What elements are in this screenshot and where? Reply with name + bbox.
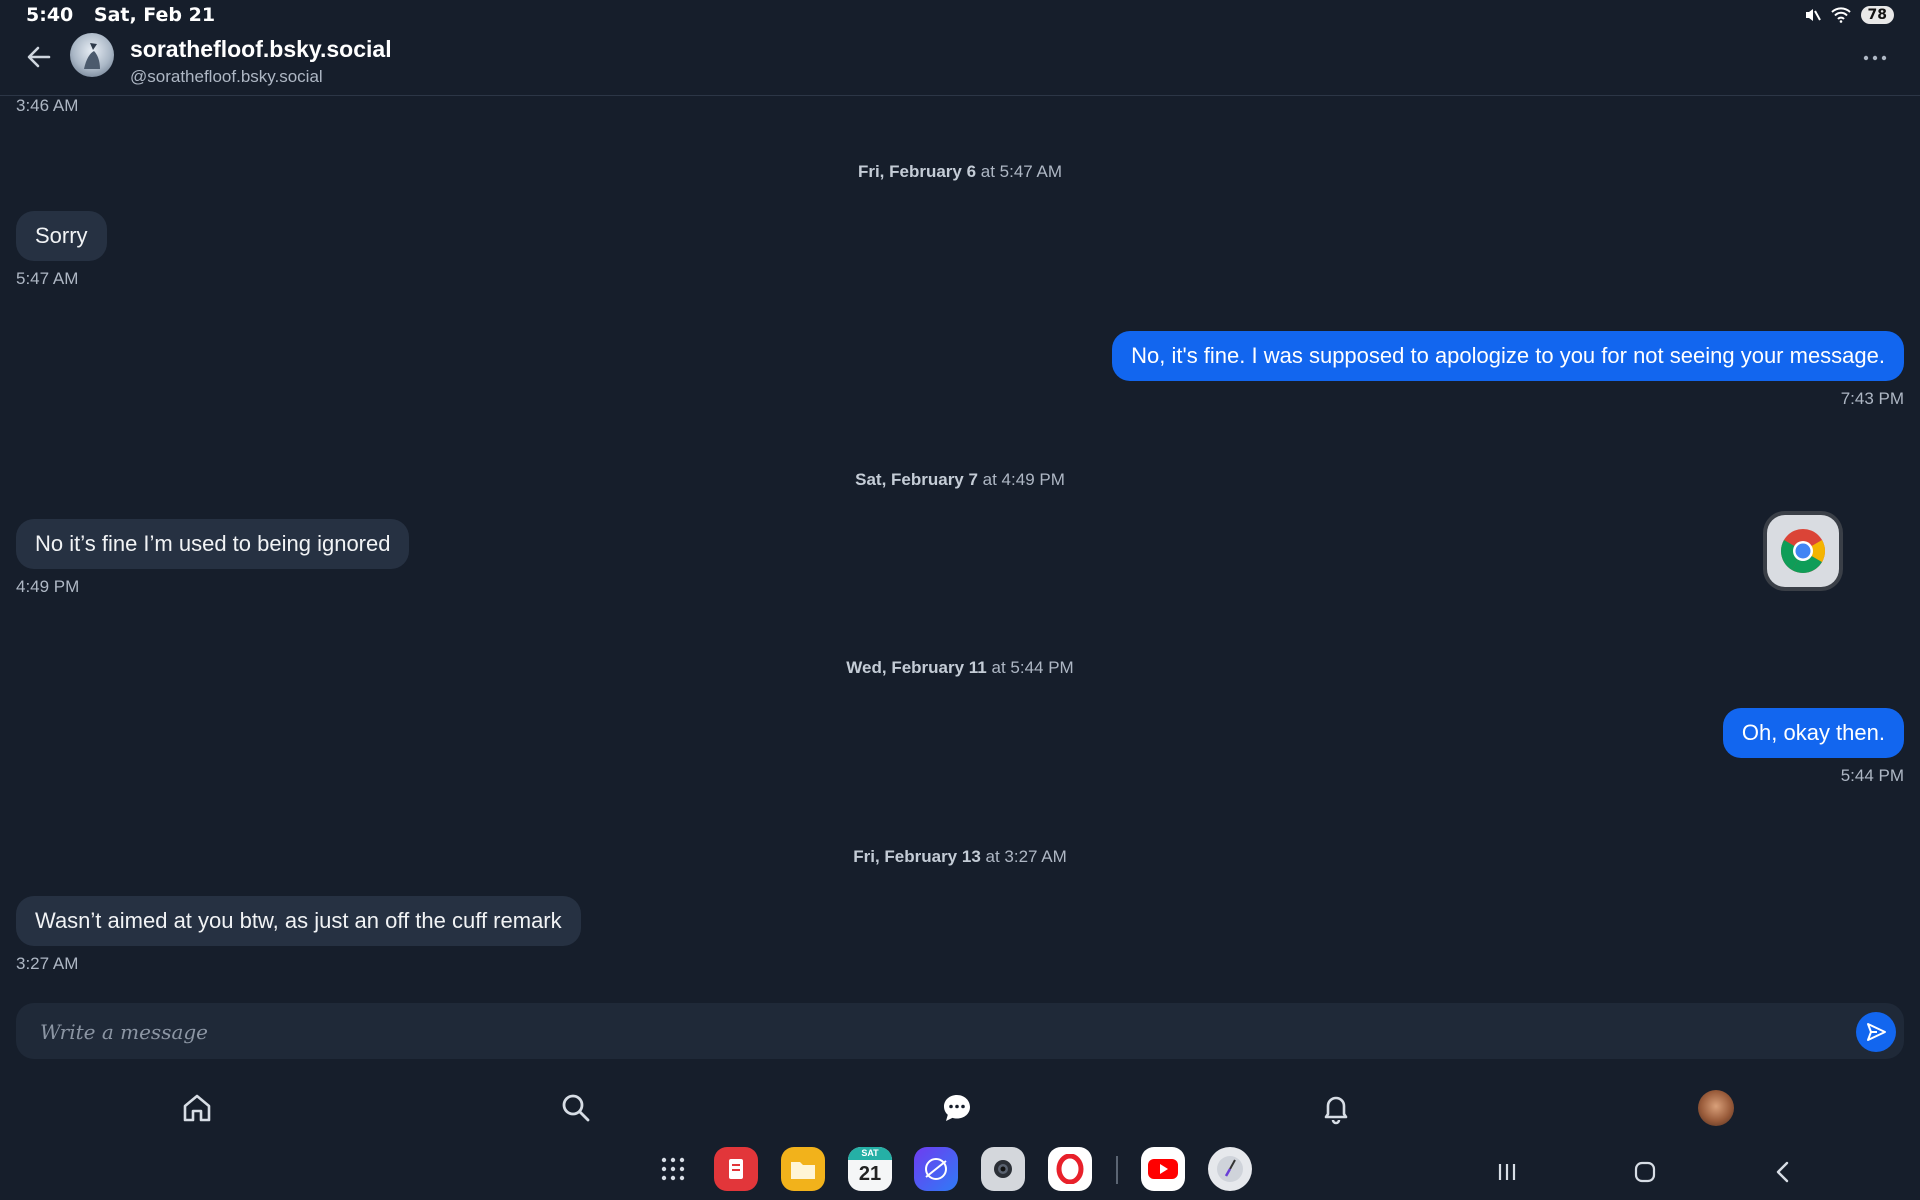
incoming-message-bubble[interactable]: No it’s fine I’m used to being ignored	[16, 519, 410, 569]
message-timestamp: 7:43 PM	[1840, 389, 1904, 408]
mute-icon	[1805, 9, 1821, 21]
message-timestamp: 4:49 PM	[16, 577, 80, 596]
nav-home[interactable]	[177, 1088, 217, 1128]
youtube-app-icon	[1148, 1159, 1178, 1179]
date-divider: Fri, February 6 at 5:47 AM	[0, 162, 1920, 182]
divider-date: Sat, February 7	[855, 470, 978, 489]
divider-time: at 5:44 PM	[986, 658, 1074, 677]
send-button[interactable]	[1856, 1012, 1896, 1052]
nav-search[interactable]	[556, 1088, 596, 1128]
bell-icon	[1324, 1096, 1348, 1125]
message-composer	[16, 1003, 1904, 1061]
camera-app-icon	[994, 1160, 1012, 1178]
notes-app[interactable]	[714, 1147, 758, 1191]
divider-time: at 3:27 AM	[980, 847, 1067, 866]
recents-icon	[1498, 1164, 1516, 1180]
contact-avatar[interactable]	[70, 33, 114, 77]
opera-app[interactable]	[1048, 1147, 1092, 1191]
outgoing-message-bubble[interactable]: Oh, okay then.	[1722, 708, 1904, 758]
browser-app-icon	[925, 1158, 947, 1180]
message-timestamp: 3:27 AM	[16, 954, 79, 973]
conversation-header: sorathefloof.bsky.social @sorathefloof.b…	[0, 30, 1920, 96]
divider-time: at 5:47 AM	[976, 162, 1063, 181]
divider-date: Wed, February 11	[846, 658, 987, 677]
bottom-navigation	[0, 1082, 1920, 1136]
notes-app-icon	[729, 1159, 743, 1179]
message-timestamp: 5:44 PM	[1840, 766, 1904, 785]
app-dock: SAT 21	[0, 1144, 1920, 1200]
status-time: 5:40	[26, 4, 74, 26]
files-app-icon	[791, 1162, 815, 1179]
chrome-icon	[1781, 529, 1825, 573]
date-divider: Sat, February 7 at 4:49 PM	[0, 470, 1920, 490]
chrome-floating-bubble[interactable]	[1767, 515, 1839, 587]
divider-time: at 4:49 PM	[977, 470, 1065, 489]
chevron-left-icon	[1776, 1161, 1789, 1183]
dock-separator	[1116, 1156, 1118, 1184]
contact-handle: @sorathefloof.bsky.social	[130, 67, 323, 86]
battery-indicator: 78	[1860, 6, 1894, 24]
home-button[interactable]	[1627, 1154, 1663, 1190]
recents-button[interactable]	[1489, 1154, 1525, 1190]
incoming-message-bubble[interactable]: Wasn’t aimed at you btw, as just an off …	[16, 896, 581, 946]
search-icon	[562, 1094, 590, 1122]
divider-date: Fri, February 6	[857, 162, 977, 181]
avatar-image	[84, 43, 100, 69]
status-left: 5:40 Sat, Feb 21	[26, 4, 229, 26]
calendar-app[interactable]: SAT 21	[848, 1147, 892, 1191]
clock-app-icon	[1217, 1156, 1243, 1182]
date-divider: Fri, February 13 at 3:27 AM	[0, 847, 1920, 867]
nav-notifications[interactable]	[1316, 1088, 1356, 1128]
battery-level: 78	[1867, 7, 1887, 23]
clock-app[interactable]	[1208, 1147, 1252, 1191]
calendar-day-number: 21	[858, 1163, 882, 1185]
calendar-day-label: SAT	[848, 1147, 892, 1160]
camera-app[interactable]	[981, 1147, 1025, 1191]
system-back-button[interactable]	[1765, 1154, 1801, 1190]
arrow-left-icon	[27, 46, 51, 68]
opera-app-icon	[1056, 1154, 1084, 1184]
date-divider: Wed, February 11 at 5:44 PM	[0, 658, 1920, 678]
browser-app[interactable]	[914, 1147, 958, 1191]
wifi-icon	[1830, 7, 1851, 23]
more-options-button[interactable]	[1860, 48, 1890, 68]
calendar-app-icon: SAT 21	[848, 1147, 892, 1191]
back-button[interactable]	[22, 40, 56, 74]
send-icon	[1867, 1023, 1886, 1041]
status-date: Sat, Feb 21	[93, 4, 216, 26]
nav-profile[interactable]	[1696, 1088, 1736, 1128]
profile-avatar	[1698, 1090, 1734, 1126]
message-timestamp: 3:46 AM	[16, 96, 79, 115]
chat-icon	[944, 1095, 970, 1121]
incoming-message-bubble[interactable]: Sorry	[16, 211, 107, 261]
files-app[interactable]	[781, 1147, 825, 1191]
apps-grid-icon	[661, 1157, 685, 1181]
message-list[interactable]: 3:46 AM Fri, February 6 at 5:47 AM Sorry…	[0, 96, 1920, 996]
nav-chat[interactable]	[937, 1088, 977, 1128]
youtube-app[interactable]	[1141, 1147, 1185, 1191]
home-icon	[183, 1094, 211, 1122]
apps-grid-button[interactable]	[651, 1147, 695, 1191]
message-input[interactable]	[38, 1003, 1822, 1061]
contact-display-name[interactable]: sorathefloof.bsky.social	[130, 36, 392, 63]
outgoing-message-bubble[interactable]: No, it's fine. I was supposed to apologi…	[1112, 331, 1904, 381]
home-square-icon	[1634, 1161, 1656, 1183]
divider-date: Fri, February 13	[853, 847, 981, 866]
status-bar: 5:40 Sat, Feb 21 78	[0, 0, 1920, 30]
message-timestamp: 5:47 AM	[16, 269, 79, 288]
ellipsis-icon	[1863, 55, 1887, 61]
status-right: 78	[1803, 6, 1894, 24]
